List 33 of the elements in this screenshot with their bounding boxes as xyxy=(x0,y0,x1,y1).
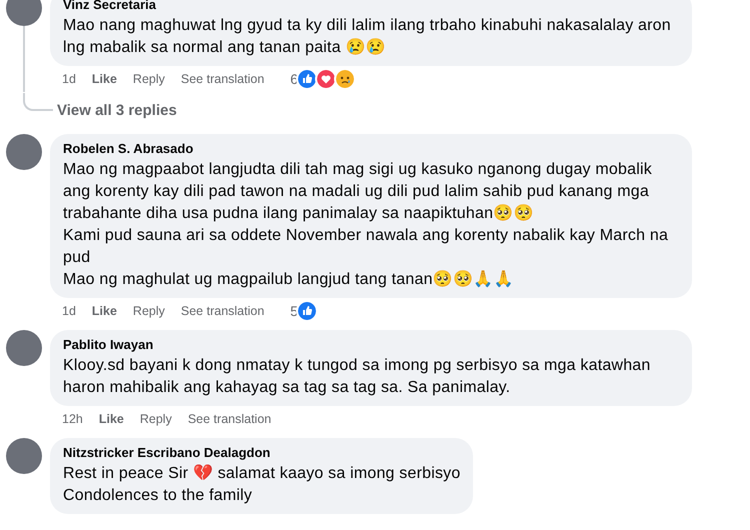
thread-connector xyxy=(23,93,53,111)
comment-text: Rest in peace Sir 💔 salamat kaayo sa imong serbisyo xyxy=(63,464,460,484)
comment-author[interactable]: Robelen S. Abrasado xyxy=(63,140,679,157)
comment-action-link[interactable]: Reply xyxy=(140,410,172,428)
comment-action-link[interactable]: Like xyxy=(98,410,124,428)
comment-text: Condolences to the family xyxy=(63,486,254,506)
heart-icon xyxy=(315,68,338,90)
avatar[interactable] xyxy=(6,330,42,366)
comment-text: Klooy.sd bayani k dong nmatay k tungod sa imong pg serbisyo sa mga katawhan haron mahibalik ang kahayag sa tag sa tag sa. Sa panimalay. xyxy=(63,356,652,398)
comment-action-link[interactable]: Reply xyxy=(132,302,165,320)
comment-author[interactable]: Nitzstricker Escribano Dealagdon xyxy=(63,444,460,461)
comment-action-link[interactable]: See translation xyxy=(180,70,264,88)
comment-action-link[interactable]: Like xyxy=(92,70,117,88)
thumbs-up-icon xyxy=(296,68,318,90)
view-replies-link[interactable]: View all 3 replies xyxy=(57,100,177,122)
thumbs-up-icon xyxy=(296,300,318,322)
comment-text: Kami pud sauna ari sa oddete November nawala ang korenty nabalik kay March na pud xyxy=(63,226,670,268)
comment-action-link[interactable]: See translation xyxy=(188,410,272,428)
avatar[interactable] xyxy=(6,134,42,170)
comment-action-link[interactable]: Like xyxy=(92,302,117,320)
comment-author[interactable]: Pablito Iwayan xyxy=(63,336,679,353)
sad-face-icon xyxy=(334,68,356,90)
comment-action-link[interactable]: See translation xyxy=(180,302,264,320)
comment-text: Mao nang maghuwat lng gyud ta ky dili lalim ilang trbaho kinabuhi nakasalalay aron lng mabalik sa normal ang tanan paita 😢😢 xyxy=(63,16,672,58)
comment-time[interactable]: 12h xyxy=(62,410,83,428)
thread-line xyxy=(23,26,25,92)
comment-text: Mao ng magpaabot langjudta dili tah mag sigi ug kasuko nganong dugay mobalik ang korenty kay dili pad tawon na madali ug dili pud lalim sahib pud kanang mga trabahante diha usa pudna ilang panimalay sa naapiktuhan🥺🥺 xyxy=(63,160,653,224)
avatar[interactable] xyxy=(6,0,42,26)
comment-action-link[interactable]: Reply xyxy=(132,70,165,88)
avatar[interactable] xyxy=(6,438,42,474)
comment-time[interactable]: 1d xyxy=(62,302,76,320)
comment-time[interactable]: 1d xyxy=(62,70,76,88)
comment-text: Mao ng maghulat ug magpailub langjud tang tanan🥺🥺🙏🙏 xyxy=(63,269,514,290)
